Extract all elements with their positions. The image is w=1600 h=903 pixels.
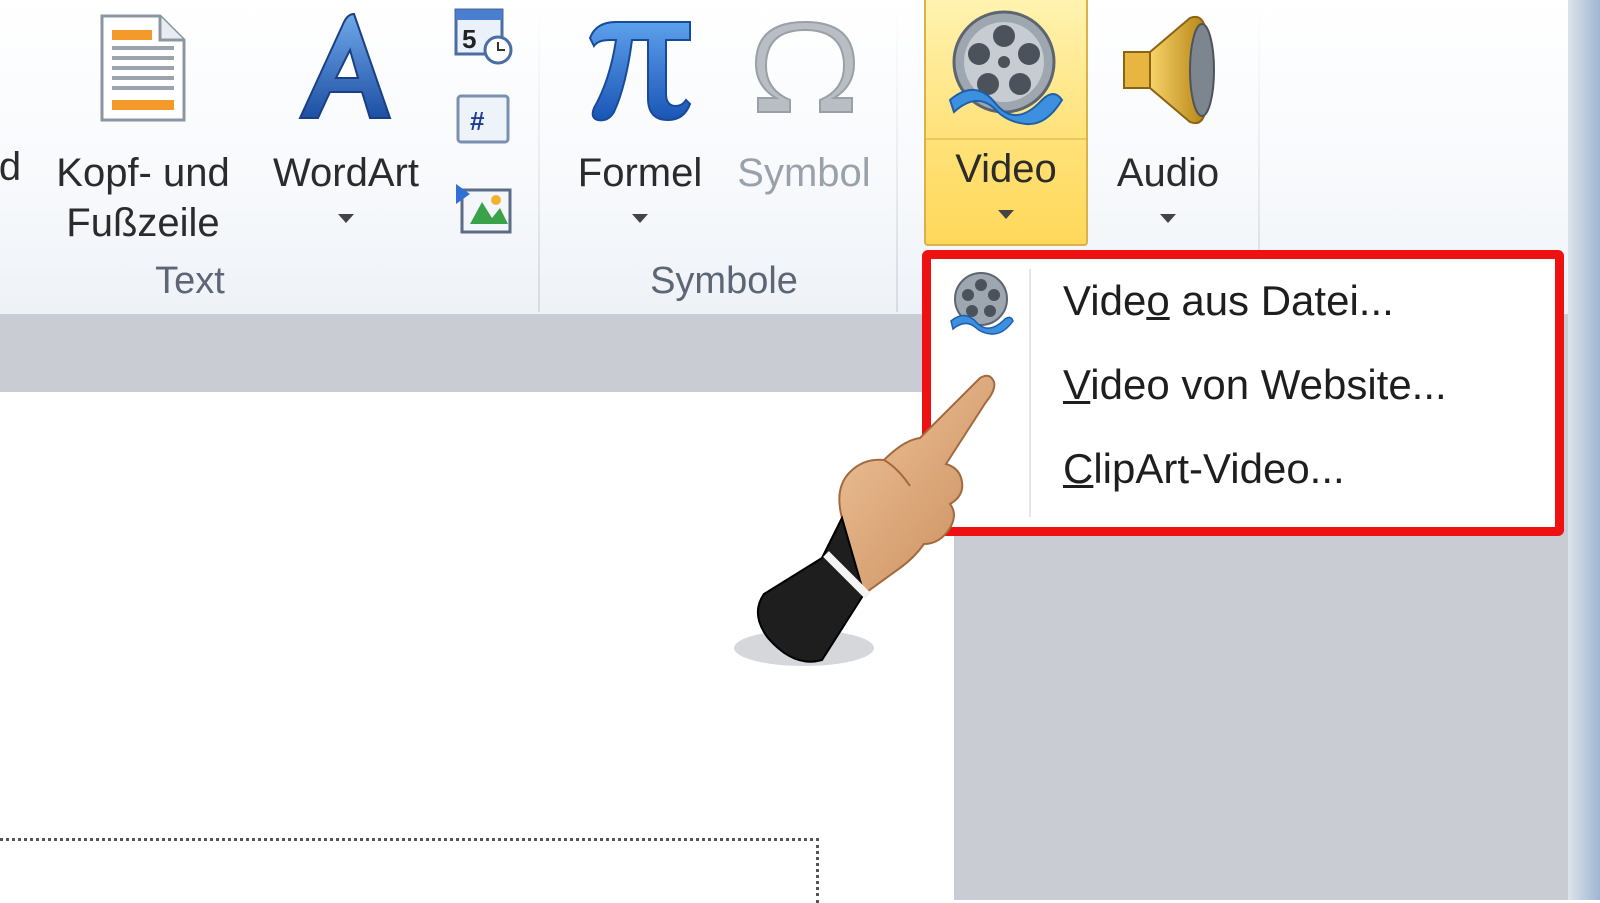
header-footer-label-1: Kopf- und <box>56 151 230 195</box>
header-footer-label-2: Fußzeile <box>66 201 220 245</box>
menu-item-video-from-website[interactable]: Video von Website... <box>931 347 1555 427</box>
object-icon <box>456 184 512 234</box>
ribbon-separator <box>538 0 540 312</box>
wordart-label: WordArt <box>273 151 419 195</box>
date-time-button[interactable]: 5 <box>452 6 516 68</box>
video-split-line <box>926 138 1086 140</box>
menu-item-label: Video von Website... <box>1063 361 1447 408</box>
video-button[interactable]: Video <box>924 0 1088 246</box>
pointing-hand-icon <box>734 374 996 666</box>
svg-text:#: # <box>470 106 485 136</box>
wordart-icon <box>298 12 392 119</box>
group-label-symbole: Symbole <box>650 260 798 302</box>
formula-label: Formel <box>577 151 703 195</box>
placeholder-border[interactable] <box>0 838 819 903</box>
audio-dropdown-arrow-icon <box>1160 214 1176 223</box>
header-footer-icon <box>100 14 186 122</box>
group-label-text: Text <box>155 260 225 302</box>
speaker-icon <box>1123 15 1215 125</box>
omega-icon <box>754 20 856 113</box>
slide-number-icon: # <box>456 94 510 144</box>
object-button[interactable] <box>452 178 516 238</box>
formula-dropdown-arrow-icon <box>632 214 648 223</box>
date-time-icon: 5 <box>454 8 513 65</box>
pi-icon <box>588 21 692 122</box>
menu-item-clipart-video[interactable]: ClipArt-Video... <box>931 431 1555 511</box>
video-label: Video <box>955 147 1057 191</box>
svg-text:5: 5 <box>462 24 476 54</box>
film-reel-icon <box>950 272 1014 335</box>
menu-item-label: ClipArt-Video... <box>1063 445 1345 492</box>
symbol-label: Symbol <box>737 151 871 195</box>
symbol-button[interactable]: Symbol <box>730 8 878 248</box>
wordart-dropdown-arrow-icon <box>338 214 354 223</box>
video-dropdown-menu: Video aus Datei... Video von Website... … <box>922 250 1564 536</box>
video-dropdown-arrow-icon <box>998 210 1014 219</box>
ribbon-partial-button[interactable]: d <box>0 142 30 192</box>
ribbon-separator <box>896 0 898 312</box>
wordart-button[interactable]: WordArt <box>256 8 436 248</box>
formula-button[interactable]: Formel <box>566 8 714 248</box>
menu-item-label: Video aus Datei... <box>1063 277 1394 324</box>
window-edge <box>1568 0 1600 900</box>
menu-item-video-from-file[interactable]: Video aus Datei... <box>931 263 1555 343</box>
film-reel-icon <box>948 10 1064 126</box>
header-footer-button[interactable]: Kopf- und Fußzeile <box>40 8 246 248</box>
slide-number-button[interactable]: # <box>452 92 516 148</box>
audio-label: Audio <box>1116 151 1220 195</box>
audio-button[interactable]: Audio <box>1094 8 1242 248</box>
